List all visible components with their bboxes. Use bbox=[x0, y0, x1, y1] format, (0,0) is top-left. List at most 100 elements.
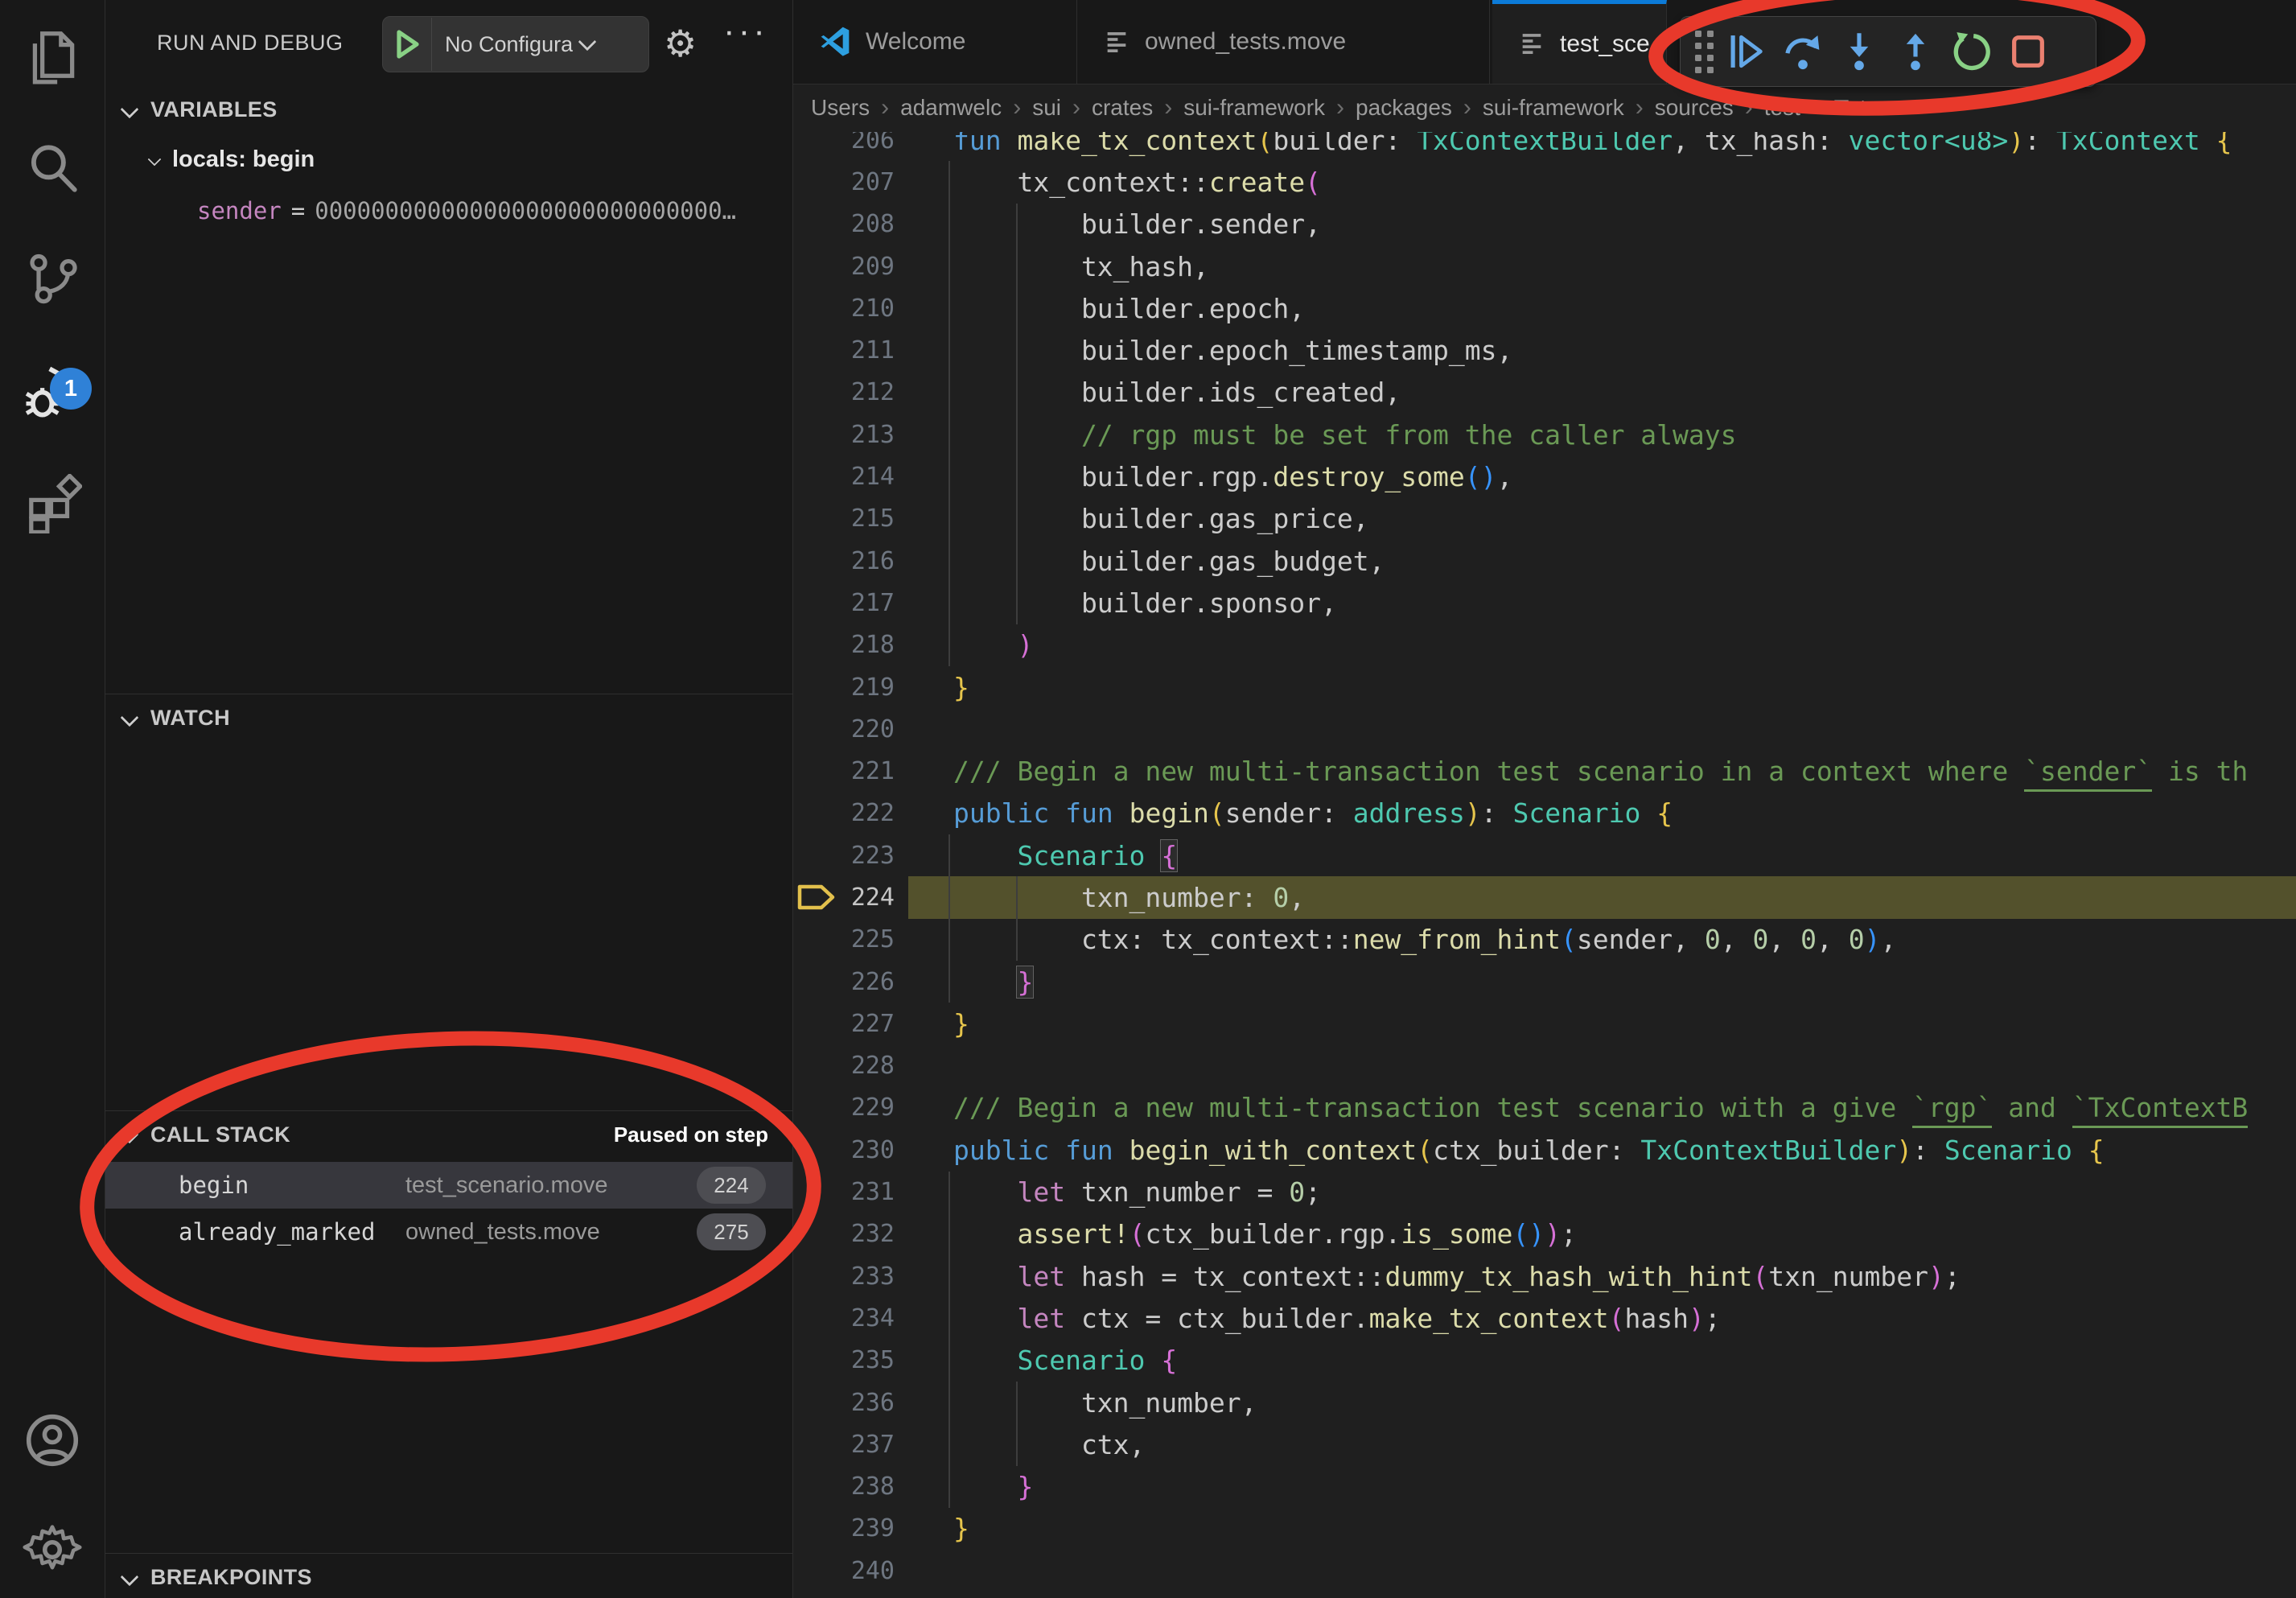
code-line-223[interactable]: 223 Scenario { bbox=[793, 834, 2296, 876]
code-text[interactable]: let hash = tx_context::dummy_tx_hash_wit… bbox=[953, 1261, 1961, 1292]
line-number[interactable]: 225 bbox=[793, 925, 895, 953]
code-line-240[interactable]: 240 bbox=[793, 1550, 2296, 1592]
code-line-209[interactable]: 209 tx_hash, bbox=[793, 245, 2296, 287]
code-text[interactable]: /// Begin a new multi-transaction test s… bbox=[953, 1092, 2248, 1123]
code-text[interactable]: Scenario { bbox=[953, 840, 1177, 871]
stop-button[interactable] bbox=[2000, 23, 2056, 80]
code-text[interactable]: } bbox=[953, 1008, 969, 1040]
activity-bar-run-and-debug-icon[interactable]: 1 bbox=[0, 347, 105, 435]
code-line-238[interactable]: 238 } bbox=[793, 1466, 2296, 1508]
more-actions-icon[interactable]: ··· bbox=[723, 11, 768, 51]
code-text[interactable]: builder.epoch, bbox=[953, 293, 1305, 324]
code-text[interactable]: let txn_number = 0; bbox=[953, 1176, 1321, 1208]
line-number[interactable]: 234 bbox=[793, 1304, 895, 1332]
line-number[interactable]: 229 bbox=[793, 1093, 895, 1122]
breadcrumb-item[interactable]: sui-framework bbox=[1483, 95, 1624, 121]
code-text[interactable]: builder.rgp.destroy_some(), bbox=[953, 461, 1512, 492]
code-line-215[interactable]: 215 builder.gas_price, bbox=[793, 498, 2296, 540]
line-number[interactable]: 211 bbox=[793, 336, 895, 364]
code-text[interactable]: builder.sender, bbox=[953, 208, 1321, 240]
line-number[interactable]: 214 bbox=[793, 463, 895, 491]
breadcrumb-item[interactable]: crates bbox=[1092, 95, 1153, 121]
code-line-236[interactable]: 236 txn_number, bbox=[793, 1382, 2296, 1423]
code-text[interactable]: } bbox=[953, 1471, 1033, 1502]
code-line-229[interactable]: 229 /// Begin a new multi-transaction tes… bbox=[793, 1087, 2296, 1129]
code-line-235[interactable]: 235 Scenario { bbox=[793, 1340, 2296, 1382]
code-text[interactable]: ctx: tx_context::new_from_hint(sender, 0… bbox=[953, 924, 1896, 955]
line-number[interactable]: 216 bbox=[793, 547, 895, 575]
line-number[interactable]: 237 bbox=[793, 1431, 895, 1459]
code-line-232[interactable]: 232 assert!(ctx_builder.rgp.is_some()); bbox=[793, 1213, 2296, 1255]
code-text[interactable]: Scenario { bbox=[953, 1345, 1177, 1376]
line-number[interactable]: 212 bbox=[793, 378, 895, 406]
code-text[interactable]: txn_number, bbox=[953, 1387, 1257, 1419]
line-number[interactable]: 238 bbox=[793, 1472, 895, 1501]
line-number[interactable]: 209 bbox=[793, 253, 895, 281]
breadcrumb-item[interactable]: test bbox=[1764, 95, 1800, 121]
code-text[interactable]: } bbox=[953, 1513, 969, 1544]
line-number[interactable]: 230 bbox=[793, 1136, 895, 1164]
activity-bar-account-icon[interactable] bbox=[0, 1396, 105, 1485]
activity-bar-search-icon[interactable] bbox=[0, 123, 105, 212]
code-line-211[interactable]: 211 builder.epoch_timestamp_ms, bbox=[793, 329, 2296, 371]
code-line-212[interactable]: 212 builder.ids_created, bbox=[793, 372, 2296, 414]
activity-bar-extensions-icon[interactable] bbox=[0, 459, 105, 548]
code-text[interactable]: builder.sponsor, bbox=[953, 587, 1337, 619]
line-number[interactable]: 236 bbox=[793, 1389, 895, 1417]
debug-settings-gear-icon[interactable]: ⚙ bbox=[664, 21, 697, 66]
line-number[interactable]: 217 bbox=[793, 589, 895, 617]
breadcrumb-item[interactable]: sui bbox=[1032, 95, 1061, 121]
line-number[interactable]: 218 bbox=[793, 631, 895, 659]
line-number[interactable]: 208 bbox=[793, 210, 895, 238]
line-number[interactable]: 221 bbox=[793, 757, 895, 785]
code-line-237[interactable]: 237 ctx, bbox=[793, 1423, 2296, 1465]
code-line-208[interactable]: 208 builder.sender, bbox=[793, 204, 2296, 245]
code-line-214[interactable]: 214 builder.rgp.destroy_some(), bbox=[793, 455, 2296, 497]
code-text[interactable]: /// Begin a new multi-transaction test s… bbox=[953, 756, 2248, 787]
call-stack-frame[interactable]: begin test_scenario.move 224 bbox=[105, 1162, 792, 1209]
breadcrumb-item[interactable]: sui-framework bbox=[1183, 95, 1325, 121]
code-text[interactable]: txn_number: 0, bbox=[953, 882, 1305, 913]
watch-section-header[interactable]: WATCH bbox=[105, 695, 792, 740]
code-line-219[interactable]: 219} bbox=[793, 666, 2296, 708]
code-text[interactable]: public fun begin_with_context(ctx_builde… bbox=[953, 1135, 2105, 1166]
line-number[interactable]: 227 bbox=[793, 1010, 895, 1038]
code-line-239[interactable]: 239} bbox=[793, 1508, 2296, 1550]
code-editor[interactable]: 206fun make_tx_context(builder: TxContex… bbox=[793, 119, 2296, 1598]
code-line-222[interactable]: 222 public fun begin(sender: address): Sc… bbox=[793, 793, 2296, 834]
line-number[interactable]: 232 bbox=[793, 1220, 895, 1248]
code-text[interactable]: tx_context::create( bbox=[953, 167, 1321, 198]
code-line-220[interactable]: 220 bbox=[793, 708, 2296, 750]
line-number[interactable]: 222 bbox=[793, 799, 895, 827]
activity-bar-explorer-icon[interactable] bbox=[0, 10, 105, 99]
code-line-213[interactable]: 213 // rgp must be set from the caller a… bbox=[793, 414, 2296, 455]
continue-button[interactable] bbox=[1718, 23, 1775, 80]
line-number[interactable]: 213 bbox=[793, 421, 895, 449]
start-debug-icon[interactable] bbox=[394, 29, 422, 60]
code-text[interactable]: builder.gas_price, bbox=[953, 503, 1369, 534]
breakpoints-section-header[interactable]: BREAKPOINTS bbox=[105, 1555, 792, 1598]
line-number[interactable]: 240 bbox=[793, 1557, 895, 1585]
code-line-234[interactable]: 234 let ctx = ctx_builder.make_tx_contex… bbox=[793, 1297, 2296, 1339]
line-number[interactable]: 219 bbox=[793, 673, 895, 702]
activity-bar-settings-icon[interactable] bbox=[0, 1505, 105, 1594]
variable-row[interactable]: sender = 00000000000000000000000000000… bbox=[197, 188, 784, 233]
code-line-218[interactable]: 218 ) bbox=[793, 624, 2296, 666]
debug-config-label[interactable]: No Configura bbox=[445, 32, 573, 57]
code-line-228[interactable]: 228 bbox=[793, 1045, 2296, 1087]
code-text[interactable]: builder.gas_budget, bbox=[953, 546, 1385, 577]
line-number[interactable]: 233 bbox=[793, 1262, 895, 1291]
code-line-241[interactable]: 241/// Creates and shares system objects… bbox=[793, 1592, 2296, 1598]
code-line-207[interactable]: 207 tx_context::create( bbox=[793, 161, 2296, 203]
step-out-button[interactable] bbox=[1887, 23, 1944, 80]
line-number[interactable]: 223 bbox=[793, 842, 895, 870]
line-number[interactable]: 210 bbox=[793, 294, 895, 323]
code-line-224[interactable]: 224 txn_number: 0, bbox=[793, 876, 2296, 918]
code-text[interactable]: ) bbox=[953, 629, 1033, 661]
code-text[interactable]: let ctx = ctx_builder.make_tx_context(ha… bbox=[953, 1303, 1721, 1334]
line-number[interactable]: 226 bbox=[793, 968, 895, 996]
code-text[interactable]: public fun begin(sender: address): Scena… bbox=[953, 797, 1673, 829]
code-text[interactable]: // rgp must be set from the caller alway… bbox=[953, 419, 1737, 451]
variables-scope-row[interactable]: locals: begin bbox=[105, 137, 792, 182]
line-number[interactable]: 239 bbox=[793, 1514, 895, 1542]
